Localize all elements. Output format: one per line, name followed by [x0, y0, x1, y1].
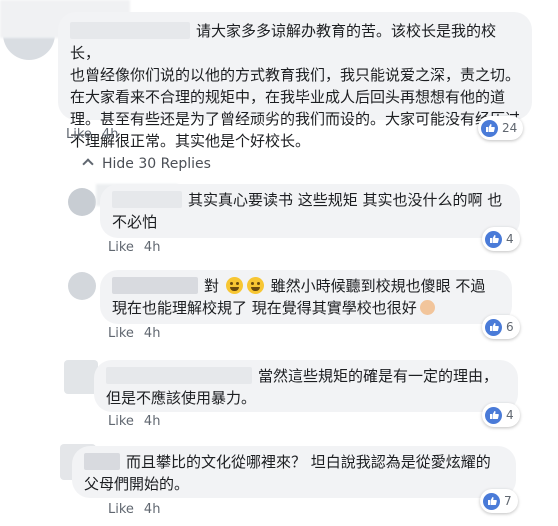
timestamp[interactable]: 4h: [144, 240, 161, 255]
commenter-name[interactable]: [70, 22, 190, 39]
timestamp[interactable]: 4h: [102, 127, 119, 142]
reply-bubble: 當然這些規矩的確是有一定的理由，但是不應該使用暴力。: [94, 360, 518, 412]
thumbs-up-icon: [483, 492, 500, 510]
reply-bubble: 而且攀比的文化從哪裡來？ 坦白說我認為是從愛炫耀的父母們開始的。: [72, 446, 516, 498]
ok-hand-emoji-icon: [419, 300, 435, 315]
reaction-count-badge[interactable]: 24: [478, 116, 524, 140]
like-button[interactable]: Like: [66, 127, 92, 142]
reaction-count: 7: [504, 494, 512, 508]
reaction-count-badge[interactable]: 4: [482, 227, 520, 251]
reaction-count: 4: [506, 408, 514, 422]
like-button[interactable]: Like: [108, 240, 134, 255]
commenter-name[interactable]: [106, 367, 252, 384]
reaction-count: 6: [506, 320, 514, 334]
reply-actions: Like 4h: [108, 414, 160, 429]
reply-avatar[interactable]: [68, 272, 96, 300]
reply-actions: Like 4h: [108, 240, 160, 255]
like-button[interactable]: Like: [108, 502, 134, 517]
thumbs-up-icon: [481, 119, 498, 137]
like-button[interactable]: Like: [108, 414, 134, 429]
commenter-name[interactable]: [112, 277, 198, 294]
timestamp[interactable]: 4h: [144, 502, 161, 517]
chevron-up-icon: [82, 158, 94, 170]
main-comment-first-line: 请大家多多谅解办教育的苦。该校长是我的校长，: [70, 20, 520, 64]
thumbs-up-icon: [485, 318, 502, 336]
commenter-name[interactable]: [84, 453, 120, 470]
timestamp[interactable]: 4h: [144, 326, 161, 341]
reaction-count: 24: [502, 121, 518, 135]
main-comment-body: 也曾经像你们说的以他的方式教育我们，我只能说爱之深，责之切。在大家看来不合理的规…: [70, 66, 521, 150]
reply-actions: Like 4h: [108, 502, 160, 517]
reply-text: 對: [204, 277, 220, 295]
laughing-emoji-icon: [246, 277, 264, 294]
reply-avatar[interactable]: [64, 360, 98, 394]
reaction-count-badge[interactable]: 4: [482, 403, 520, 427]
like-button[interactable]: Like: [108, 326, 134, 341]
timestamp[interactable]: 4h: [144, 414, 161, 429]
main-comment-bubble: 请大家多多谅解办教育的苦。该校长是我的校长， 也曾经像你们说的以他的方式教育我们…: [58, 12, 532, 150]
thumbs-up-icon: [485, 230, 502, 248]
reply-avatar[interactable]: [68, 188, 96, 216]
hide-replies-link[interactable]: Hide 30 Replies: [82, 156, 211, 172]
reply-bubble: 其实真心要读书 这些规矩 其实也没什么的啊 也不必怕: [100, 184, 520, 238]
reply-text: 而且攀比的文化從哪裡來？ 坦白說我認為是從愛炫耀的父母們開始的。: [84, 453, 491, 493]
reaction-count-badge[interactable]: 6: [482, 315, 520, 339]
laughing-emoji-icon: [225, 277, 243, 294]
reply-bubble: 對 雖然小時候聽到校規也傻眼 不過現在也能理解校規了 現在覺得其實學校也很好: [100, 270, 512, 324]
commenter-name[interactable]: [112, 191, 182, 208]
reaction-count-badge[interactable]: 7: [480, 489, 518, 513]
reaction-count: 4: [506, 232, 514, 246]
hide-replies-label: Hide 30 Replies: [102, 156, 211, 172]
reply-actions: Like 4h: [108, 326, 160, 341]
thumbs-up-icon: [485, 406, 502, 424]
main-comment-actions: Like 4h: [66, 127, 118, 142]
